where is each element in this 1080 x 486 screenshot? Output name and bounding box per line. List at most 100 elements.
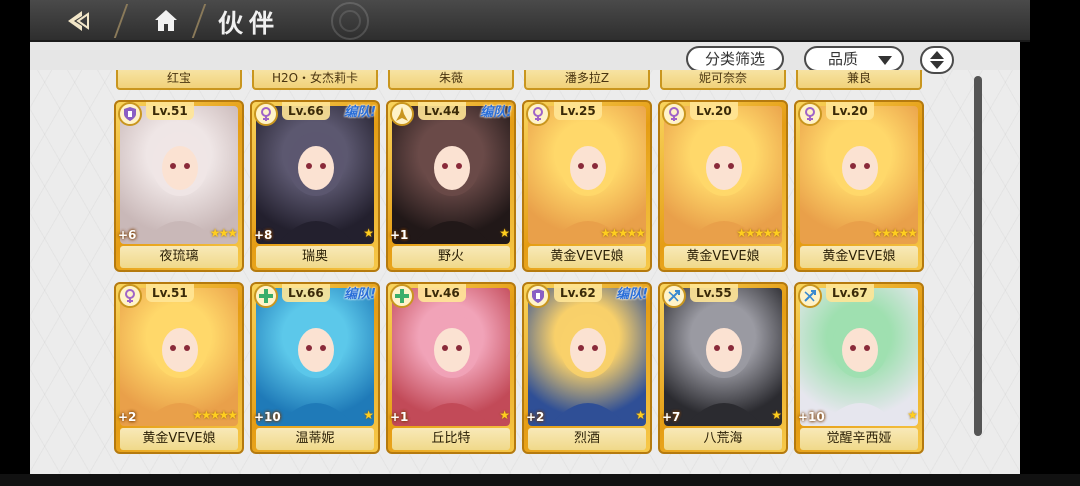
- partner-card[interactable]: Lv.51 +2 ★★★★★ 黄金VEVE娘: [114, 282, 244, 454]
- partner-name: 八荒海: [664, 428, 782, 450]
- star-rating: ★★★: [209, 226, 238, 240]
- partner-level: Lv.66: [282, 284, 330, 302]
- partner-card-partial[interactable]: 潘多拉Z: [524, 70, 650, 90]
- enhance-level: +2: [118, 410, 137, 424]
- partner-card[interactable]: Lv.20 ★★★★★ 黄金VEVE娘: [794, 100, 924, 272]
- flower-icon: [798, 102, 822, 126]
- partner-card[interactable]: Lv.20 ★★★★★ 黄金VEVE娘: [658, 100, 788, 272]
- back-arrow-icon: [68, 11, 89, 31]
- character-silhouette-icon: [141, 314, 219, 426]
- partner-portrait: [256, 106, 374, 244]
- character-silhouette-icon: [277, 314, 355, 426]
- star-rating: ★: [499, 226, 510, 240]
- flame-icon: [390, 102, 414, 126]
- partner-card[interactable]: Lv.44 编队! +1 ★ 野火: [386, 100, 516, 272]
- partner-level: Lv.44: [418, 102, 466, 120]
- flower-icon: [118, 284, 142, 308]
- star-rating: ★: [635, 408, 646, 422]
- scrollbar[interactable]: [974, 76, 982, 436]
- partner-card-partial[interactable]: H2O・女杰莉卡: [252, 70, 378, 90]
- sort-arrows-icon: [930, 51, 944, 69]
- partner-card[interactable]: Lv.25 ★★★★★ 黄金VEVE娘: [522, 100, 652, 272]
- partner-portrait: [800, 288, 918, 426]
- scrollbar-thumb[interactable]: [974, 76, 982, 436]
- flower-icon: [662, 102, 686, 126]
- category-filter-button[interactable]: 分类筛选: [686, 46, 784, 72]
- partner-portrait: [392, 106, 510, 244]
- partner-card[interactable]: Lv.62 编队! +2 ★ 烈酒: [522, 282, 652, 454]
- partner-level: Lv.51: [146, 102, 194, 120]
- game-screen: 伙伴 分类筛选 品质 红宝 H2O・女杰莉卡 朱薇 潘多拉Z 妮可奈奈 兼良 Lv.51 +6…: [0, 0, 1080, 486]
- partner-card-partial[interactable]: 朱薇: [388, 70, 514, 90]
- partner-name: 丘比特: [392, 428, 510, 450]
- partner-card-partial[interactable]: 妮可奈奈: [660, 70, 786, 90]
- back-button[interactable]: [48, 6, 110, 36]
- partner-card[interactable]: Lv.66 编队! +8 ★ 瑞奥: [250, 100, 380, 272]
- partner-card[interactable]: Lv.46 +1 ★ 丘比特: [386, 282, 516, 454]
- partner-level: Lv.51: [146, 284, 194, 302]
- partner-grid: 红宝 H2O・女杰莉卡 朱薇 潘多拉Z 妮可奈奈 兼良 Lv.51 +6 ★★★ 夜琉璃 Lv.66…: [114, 70, 974, 474]
- in-team-badge: 编队!: [616, 287, 648, 302]
- star-rating: ★★★★★: [736, 226, 782, 240]
- character-silhouette-icon: [141, 132, 219, 244]
- enhance-level: +10: [254, 410, 281, 424]
- shield-icon: [526, 284, 550, 308]
- partner-level: Lv.55: [690, 284, 738, 302]
- character-silhouette-icon: [549, 314, 627, 426]
- partner-level: Lv.66: [282, 102, 330, 120]
- enhance-level: +10: [798, 410, 825, 424]
- bottom-bar: [0, 474, 1080, 486]
- character-silhouette-icon: [821, 314, 899, 426]
- partner-level: Lv.67: [826, 284, 874, 302]
- character-silhouette-icon: [821, 132, 899, 244]
- divider: [113, 4, 129, 38]
- title-ornament: [331, 2, 369, 40]
- enhance-level: +1: [390, 410, 409, 424]
- enhance-level: +8: [254, 228, 273, 242]
- enhance-level: +7: [662, 410, 681, 424]
- partner-level: Lv.20: [690, 102, 738, 120]
- character-silhouette-icon: [685, 132, 763, 244]
- partner-name: 黄金VEVE娘: [800, 246, 918, 268]
- quality-label: 品质: [828, 50, 859, 68]
- partner-name: 黄金VEVE娘: [528, 246, 646, 268]
- in-team-badge: 编队!: [480, 105, 512, 120]
- partner-card-partial[interactable]: 兼良: [796, 70, 922, 90]
- home-button[interactable]: [138, 6, 194, 36]
- partner-name: 黄金VEVE娘: [664, 246, 782, 268]
- partner-level: Lv.25: [554, 102, 602, 120]
- bow-icon: [662, 284, 686, 308]
- cross-icon: [254, 284, 278, 308]
- in-team-badge: 编队!: [344, 287, 376, 302]
- character-silhouette-icon: [413, 314, 491, 426]
- dropdown-arrow-icon: [878, 56, 892, 65]
- partner-portrait: [392, 288, 510, 426]
- star-rating: ★: [499, 408, 510, 422]
- character-silhouette-icon: [413, 132, 491, 244]
- enhance-level: +6: [118, 228, 137, 242]
- home-icon: [155, 10, 177, 31]
- top-bar: 伙伴: [30, 0, 1030, 42]
- cross-icon: [390, 284, 414, 308]
- flower-icon: [526, 102, 550, 126]
- partner-card[interactable]: Lv.67 +10 ★ 觉醒辛西娅: [794, 282, 924, 454]
- partner-portrait: [120, 288, 238, 426]
- star-rating: ★★★★★: [192, 408, 238, 422]
- partner-card-partial[interactable]: 红宝: [116, 70, 242, 90]
- in-team-badge: 编队!: [344, 105, 376, 120]
- partner-level: Lv.62: [554, 284, 602, 302]
- partner-card[interactable]: Lv.66 编队! +10 ★ 温蒂妮: [250, 282, 380, 454]
- partner-portrait: [800, 106, 918, 244]
- character-silhouette-icon: [685, 314, 763, 426]
- character-silhouette-icon: [277, 132, 355, 244]
- quality-dropdown[interactable]: 品质: [804, 46, 904, 72]
- partner-portrait: [120, 106, 238, 244]
- partner-name: 黄金VEVE娘: [120, 428, 238, 450]
- star-rating: ★: [363, 408, 374, 422]
- partner-card[interactable]: Lv.51 +6 ★★★ 夜琉璃: [114, 100, 244, 272]
- star-rating: ★★★★★: [872, 226, 918, 240]
- star-rating: ★: [771, 408, 782, 422]
- partner-portrait: [664, 288, 782, 426]
- partner-portrait: [256, 288, 374, 426]
- partner-card[interactable]: Lv.55 +7 ★ 八荒海: [658, 282, 788, 454]
